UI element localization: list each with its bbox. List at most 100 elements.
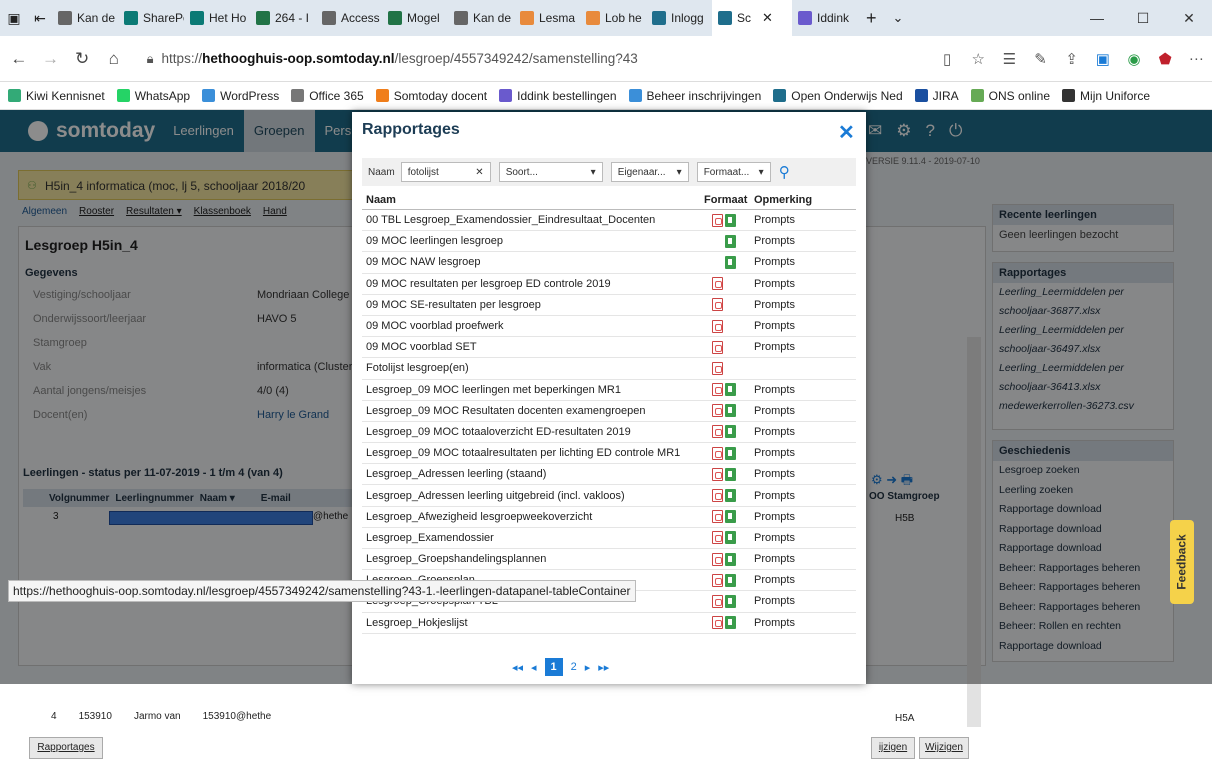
favorite-star-icon[interactable]: ☆ xyxy=(963,50,994,68)
pdf-icon[interactable] xyxy=(712,489,723,503)
page-1-button[interactable]: 1 xyxy=(544,658,563,676)
browser-tab[interactable]: Iddink xyxy=(792,0,858,36)
table-row[interactable]: Lesgroep_Adressen leerling uitgebreid (i… xyxy=(362,485,856,507)
report-name[interactable]: Lesgroep_09 MOC totaalresultaten per lic… xyxy=(362,447,704,459)
pdf-icon[interactable] xyxy=(712,319,723,333)
browser-tab[interactable]: Inlogg xyxy=(646,0,712,36)
search-icon[interactable]: ⚲ xyxy=(779,163,790,181)
pdf-icon[interactable] xyxy=(712,213,723,227)
favorite-link[interactable]: Office 365 xyxy=(291,89,369,103)
close-tab-icon[interactable]: ✕ xyxy=(762,10,773,26)
pdf-icon[interactable] xyxy=(712,298,723,312)
table-row[interactable]: Lesgroep_09 MOC Resultaten docenten exam… xyxy=(362,401,856,422)
favorite-link[interactable]: WhatsApp xyxy=(116,89,196,103)
table-row[interactable]: 00 TBL Lesgroep_Examendossier_Eindresult… xyxy=(362,210,856,232)
url-field[interactable]: 🔒︎ https://hethooghuis-oop.somtoday.nl/l… xyxy=(147,47,752,71)
report-name[interactable]: 09 MOC voorblad proefwerk xyxy=(362,320,704,332)
pdf-icon[interactable] xyxy=(712,573,723,587)
report-name[interactable]: Lesgroep_Adressen leerling uitgebreid (i… xyxy=(362,490,704,502)
table-row[interactable]: Lesgroep_Examendossier Prompts xyxy=(362,528,856,549)
tab-aside-icon[interactable]: ⇤ xyxy=(28,10,52,27)
pen-icon[interactable]: ✎ xyxy=(1025,50,1056,68)
home-icon[interactable]: ⌂ xyxy=(101,49,127,69)
col-formaat-header[interactable]: Formaat xyxy=(704,194,747,206)
table-row[interactable]: Lesgroep_Adressen leerling (staand) Promp… xyxy=(362,464,856,486)
pdf-icon[interactable] xyxy=(712,531,723,545)
tab-actions-icon[interactable]: ▣ xyxy=(0,10,28,27)
favorites-hub-icon[interactable]: ☰ xyxy=(994,50,1025,68)
col-naam-header[interactable]: Naam xyxy=(362,194,704,206)
pdf-icon[interactable] xyxy=(712,361,723,375)
report-name[interactable]: 09 MOC resultaten per lesgroep ED contro… xyxy=(362,278,704,290)
pdf-icon[interactable] xyxy=(712,383,723,397)
browser-tab[interactable]: Kan de xyxy=(448,0,514,36)
table-row[interactable]: Lesgroep_09 MOC leerlingen met beperking… xyxy=(362,380,856,401)
refresh-icon[interactable]: ↻ xyxy=(69,49,95,69)
excel-icon[interactable] xyxy=(725,404,736,418)
report-name[interactable]: Lesgroep_09 MOC totaaloverzicht ED-resul… xyxy=(362,426,704,438)
share-icon[interactable]: ⇪ xyxy=(1056,50,1087,68)
name-filter-input[interactable]: fotolijst ✕ xyxy=(400,162,491,182)
reading-view-icon[interactable]: ▯ xyxy=(932,50,963,68)
excel-icon[interactable] xyxy=(725,383,736,397)
table-row[interactable]: Fotolijst lesgroep(en) xyxy=(362,358,856,380)
clear-icon[interactable]: ✕ xyxy=(475,167,483,178)
report-name[interactable]: Lesgroep_Hokjeslijst xyxy=(362,617,704,629)
report-name[interactable]: 00 TBL Lesgroep_Examendossier_Eindresult… xyxy=(362,214,704,226)
excel-icon[interactable] xyxy=(725,616,736,630)
excel-icon[interactable] xyxy=(725,446,736,460)
next-page-button[interactable]: ▸ xyxy=(585,661,591,674)
favorite-link[interactable]: Kiwi Kennisnet xyxy=(8,89,111,103)
table-row[interactable]: 09 MOC voorblad proefwerk Prompts xyxy=(362,316,856,338)
pdf-icon[interactable] xyxy=(712,277,723,291)
browser-tab[interactable]: Access xyxy=(316,0,382,36)
col-opmerking-header[interactable]: Opmerking xyxy=(746,194,856,206)
excel-icon[interactable] xyxy=(725,531,736,545)
excel-icon[interactable] xyxy=(725,510,736,524)
report-name[interactable]: 09 MOC NAW lesgroep xyxy=(362,256,704,268)
minimize-button[interactable]: — xyxy=(1074,0,1120,36)
pdf-icon[interactable] xyxy=(712,552,723,566)
table-row[interactable]: 09 MOC leerlingen lesgroep Prompts xyxy=(362,231,856,253)
prev-page-button[interactable]: ◂ xyxy=(531,661,537,674)
back-arrow-icon[interactable]: ← xyxy=(6,49,32,69)
pdf-icon[interactable] xyxy=(712,616,723,630)
favorite-link[interactable]: Mijn Uniforce xyxy=(1062,89,1156,103)
report-name[interactable]: Lesgroep_Adressen leerling (staand) xyxy=(362,468,704,480)
tab-list-chevron-icon[interactable]: ⌄ xyxy=(893,10,904,26)
wijzigen-button-1[interactable]: ijzigen xyxy=(871,737,915,759)
close-window-button[interactable]: ✕ xyxy=(1166,0,1212,36)
close-icon[interactable]: ✕ xyxy=(838,120,855,145)
browser-tab[interactable]: Lob he xyxy=(580,0,646,36)
excel-icon[interactable] xyxy=(725,467,736,481)
table-row[interactable]: 09 MOC SE-resultaten per lesgroep Prompts xyxy=(362,295,856,316)
pdf-icon[interactable] xyxy=(712,467,723,481)
favorite-link[interactable]: WordPress xyxy=(202,89,285,103)
forward-arrow-icon[interactable]: → xyxy=(38,49,64,69)
pdf-icon[interactable] xyxy=(712,425,723,439)
report-name[interactable]: Lesgroep_Examendossier xyxy=(362,532,704,544)
first-page-button[interactable]: ◂◂ xyxy=(512,661,523,674)
pdf-icon[interactable] xyxy=(712,510,723,524)
excel-icon[interactable] xyxy=(725,489,736,503)
browser-tab[interactable]: Mogel xyxy=(382,0,448,36)
eigenaar-select[interactable]: Eigenaar... ▾ xyxy=(610,162,689,182)
excel-icon[interactable] xyxy=(725,234,736,248)
report-name[interactable]: Lesgroep_09 MOC Resultaten docenten exam… xyxy=(362,405,704,417)
pdf-icon[interactable] xyxy=(712,446,723,460)
favorite-link[interactable]: Somtoday docent xyxy=(375,89,493,103)
table-row[interactable]: Lesgroep_Hokjeslijst Prompts xyxy=(362,613,856,634)
student-row-4[interactable]: 4 153910 Jarmo van 153910@hethe xyxy=(23,711,353,725)
excel-icon[interactable] xyxy=(725,213,736,227)
browser-tab[interactable]: Lesma xyxy=(514,0,580,36)
report-name[interactable]: Lesgroep_09 MOC leerlingen met beperking… xyxy=(362,384,704,396)
more-icon[interactable]: ··· xyxy=(1181,50,1212,67)
favorite-link[interactable]: Iddink bestellingen xyxy=(499,89,622,103)
browser-tab[interactable]: Sc ✕ xyxy=(712,0,792,36)
table-row[interactable]: 09 MOC resultaten per lesgroep ED contro… xyxy=(362,274,856,295)
table-row[interactable]: 09 MOC NAW lesgroep Prompts xyxy=(362,252,856,274)
browser-tab[interactable]: SharePoint xyxy=(118,0,184,36)
excel-icon[interactable] xyxy=(725,255,736,269)
table-row[interactable]: Lesgroep_09 MOC totaalresultaten per lic… xyxy=(362,443,856,465)
soort-select[interactable]: Soort... ▾ xyxy=(498,162,603,182)
